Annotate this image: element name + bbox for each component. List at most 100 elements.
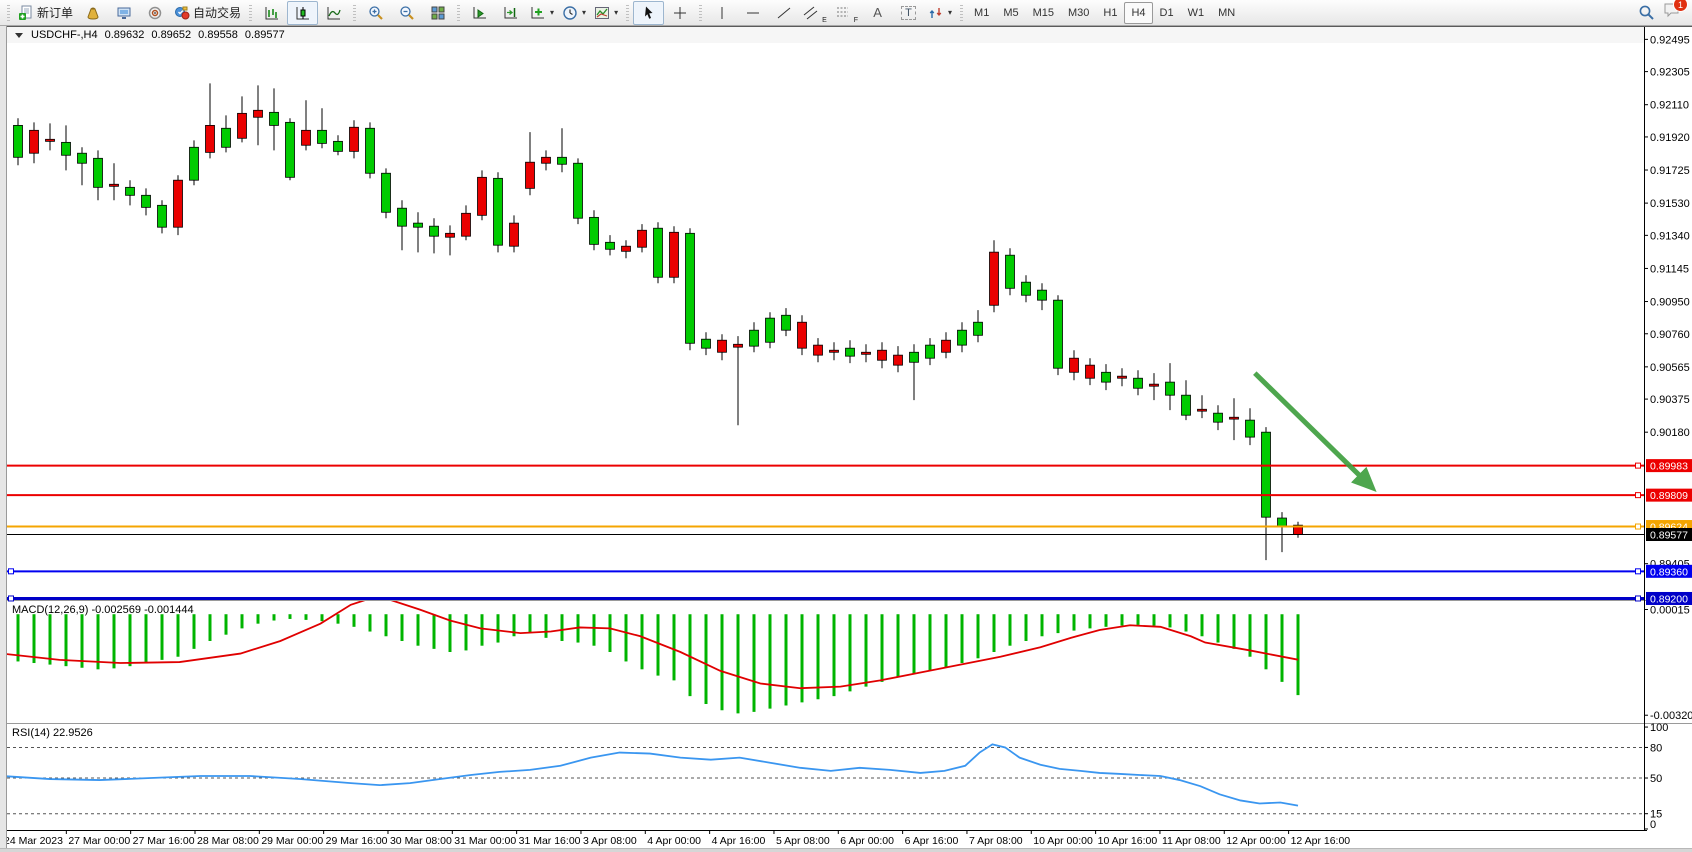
- time-tick-label: 30 Mar 08:00: [390, 835, 452, 847]
- equidistant-channel-button[interactable]: E: [799, 1, 831, 25]
- market-watch-icon: [85, 5, 101, 21]
- bar-chart-icon: [264, 5, 280, 21]
- signals-button[interactable]: [139, 1, 170, 25]
- timeframe-d1-button[interactable]: D1: [1153, 2, 1181, 24]
- line-handle[interactable]: [9, 569, 14, 574]
- chevron-down-icon: ▾: [550, 8, 554, 17]
- vertical-line-button[interactable]: [706, 1, 737, 25]
- window-bottom-border: [0, 848, 1692, 852]
- equidistant-channel-icon: [803, 5, 819, 21]
- crosshair-icon: [672, 5, 688, 21]
- fibonacci-badge: F: [854, 17, 858, 24]
- price-line-label-text: 0.89809: [1650, 490, 1688, 502]
- timeframe-m5-button[interactable]: M5: [996, 2, 1025, 24]
- price-line-label-text: 0.89200: [1650, 593, 1688, 605]
- templates-icon: [594, 5, 610, 21]
- templates-button[interactable]: ▾: [590, 1, 622, 25]
- chart-shift-icon: [503, 5, 519, 21]
- timeframe-h1-button[interactable]: H1: [1096, 2, 1124, 24]
- timeframe-m15-button[interactable]: M15: [1026, 2, 1061, 24]
- timeframe-m30-button[interactable]: M30: [1061, 2, 1096, 24]
- chevron-down-icon: ▾: [582, 8, 586, 17]
- horizontal-line-button[interactable]: [737, 1, 768, 25]
- line-handle[interactable]: [1636, 493, 1641, 498]
- time-tick-label: 10 Apr 00:00: [1033, 835, 1093, 847]
- line-handle[interactable]: [1636, 596, 1641, 601]
- toolbar-grip: [626, 5, 629, 21]
- bar-chart-button[interactable]: [256, 1, 287, 25]
- arrows-icon: [928, 5, 944, 21]
- indicators-button[interactable]: ▾: [526, 1, 558, 25]
- timeframe-w1-button[interactable]: W1: [1181, 2, 1212, 24]
- price-tick-label: 0.92110: [1650, 100, 1689, 112]
- fibonacci-button[interactable]: F: [831, 1, 862, 25]
- trendline-icon: [776, 5, 792, 21]
- timeframe-mn-button[interactable]: MN: [1211, 2, 1242, 24]
- current-price-label-text: 0.89577: [1650, 530, 1688, 542]
- zoom-in-button[interactable]: [360, 1, 391, 25]
- new-order-label: 新订单: [37, 4, 73, 21]
- time-tick-label: 24 Mar 2023: [7, 835, 63, 847]
- line-handle[interactable]: [1636, 569, 1641, 574]
- line-handle[interactable]: [1636, 524, 1641, 529]
- price-tick-label: 0.90760: [1650, 329, 1690, 341]
- cursor-button[interactable]: [633, 1, 664, 25]
- zoom-out-button[interactable]: [391, 1, 422, 25]
- zoom-out-icon: [399, 5, 415, 21]
- text-button[interactable]: A: [862, 1, 893, 25]
- candlestick-chart-button[interactable]: [287, 1, 318, 25]
- trendline-button[interactable]: [768, 1, 799, 25]
- window-left-border: [0, 26, 7, 848]
- timeframe-h4-button[interactable]: H4: [1124, 2, 1152, 24]
- vertical-line-icon: [715, 5, 729, 21]
- chart-background: [7, 27, 1692, 848]
- symbol-period-label: USDCHF-,H4: [31, 29, 98, 41]
- navigator-button[interactable]: [108, 1, 139, 25]
- chart-shift-button[interactable]: [495, 1, 526, 25]
- line-handle[interactable]: [1636, 463, 1641, 468]
- ohlc-low: 0.89558: [198, 29, 238, 41]
- arrows-button[interactable]: ▾: [924, 1, 956, 25]
- line-chart-button[interactable]: [318, 1, 349, 25]
- toolbar-grip: [457, 5, 460, 21]
- main-toolbar: 新订单 自动交易: [0, 0, 1692, 26]
- price-tick-label: 0.91725: [1650, 165, 1690, 177]
- rsi-tick-label: 80: [1650, 742, 1662, 754]
- time-tick-label: 7 Apr 08:00: [969, 835, 1023, 847]
- signals-icon: [147, 5, 163, 21]
- toolbar-right: 1: [1638, 2, 1689, 23]
- tile-windows-icon: [430, 5, 446, 21]
- time-tick-label: 5 Apr 08:00: [776, 835, 830, 847]
- toolbar-grip: [960, 5, 963, 21]
- auto-trading-icon: [174, 5, 190, 21]
- indicators-icon: [530, 5, 546, 21]
- new-order-button[interactable]: 新订单: [14, 1, 77, 25]
- line-chart-icon: [326, 5, 342, 21]
- market-watch-button[interactable]: [77, 1, 108, 25]
- price-tick-label: 0.90565: [1650, 362, 1690, 374]
- time-tick-label: 3 Apr 08:00: [583, 835, 637, 847]
- timeframe-m1-button[interactable]: M1: [967, 2, 996, 24]
- text-label-glyph: T: [901, 6, 916, 20]
- time-tick-label: 6 Apr 00:00: [840, 835, 894, 847]
- auto-scroll-button[interactable]: [464, 1, 495, 25]
- price-tick-label: 0.91340: [1650, 230, 1690, 242]
- rsi-label: RSI(14) 22.9526: [12, 727, 93, 739]
- periods-button[interactable]: ▾: [558, 1, 590, 25]
- price-line-label-text: 0.89983: [1650, 461, 1688, 473]
- notifications-button[interactable]: 1: [1663, 2, 1681, 23]
- time-tick-label: 12 Apr 00:00: [1226, 835, 1286, 847]
- auto-trading-button[interactable]: 自动交易: [170, 1, 245, 25]
- rsi-tick-label: 0: [1650, 819, 1656, 831]
- crosshair-button[interactable]: [664, 1, 695, 25]
- line-handle[interactable]: [9, 596, 14, 601]
- text-label-button[interactable]: T: [893, 1, 924, 25]
- chevron-down-icon: ▾: [948, 8, 952, 17]
- chart-canvas[interactable]: 0.924950.923050.921100.919200.917250.915…: [7, 27, 1692, 848]
- search-icon[interactable]: [1638, 4, 1655, 21]
- chart-titlebar[interactable]: USDCHF-,H4 0.89632 0.89652 0.89558 0.895…: [7, 27, 1644, 43]
- tile-windows-button[interactable]: [422, 1, 453, 25]
- time-tick-label: 12 Apr 16:00: [1291, 835, 1351, 847]
- symbol-dropdown-icon[interactable]: [15, 33, 23, 38]
- price-tick-label: 0.90375: [1650, 394, 1690, 406]
